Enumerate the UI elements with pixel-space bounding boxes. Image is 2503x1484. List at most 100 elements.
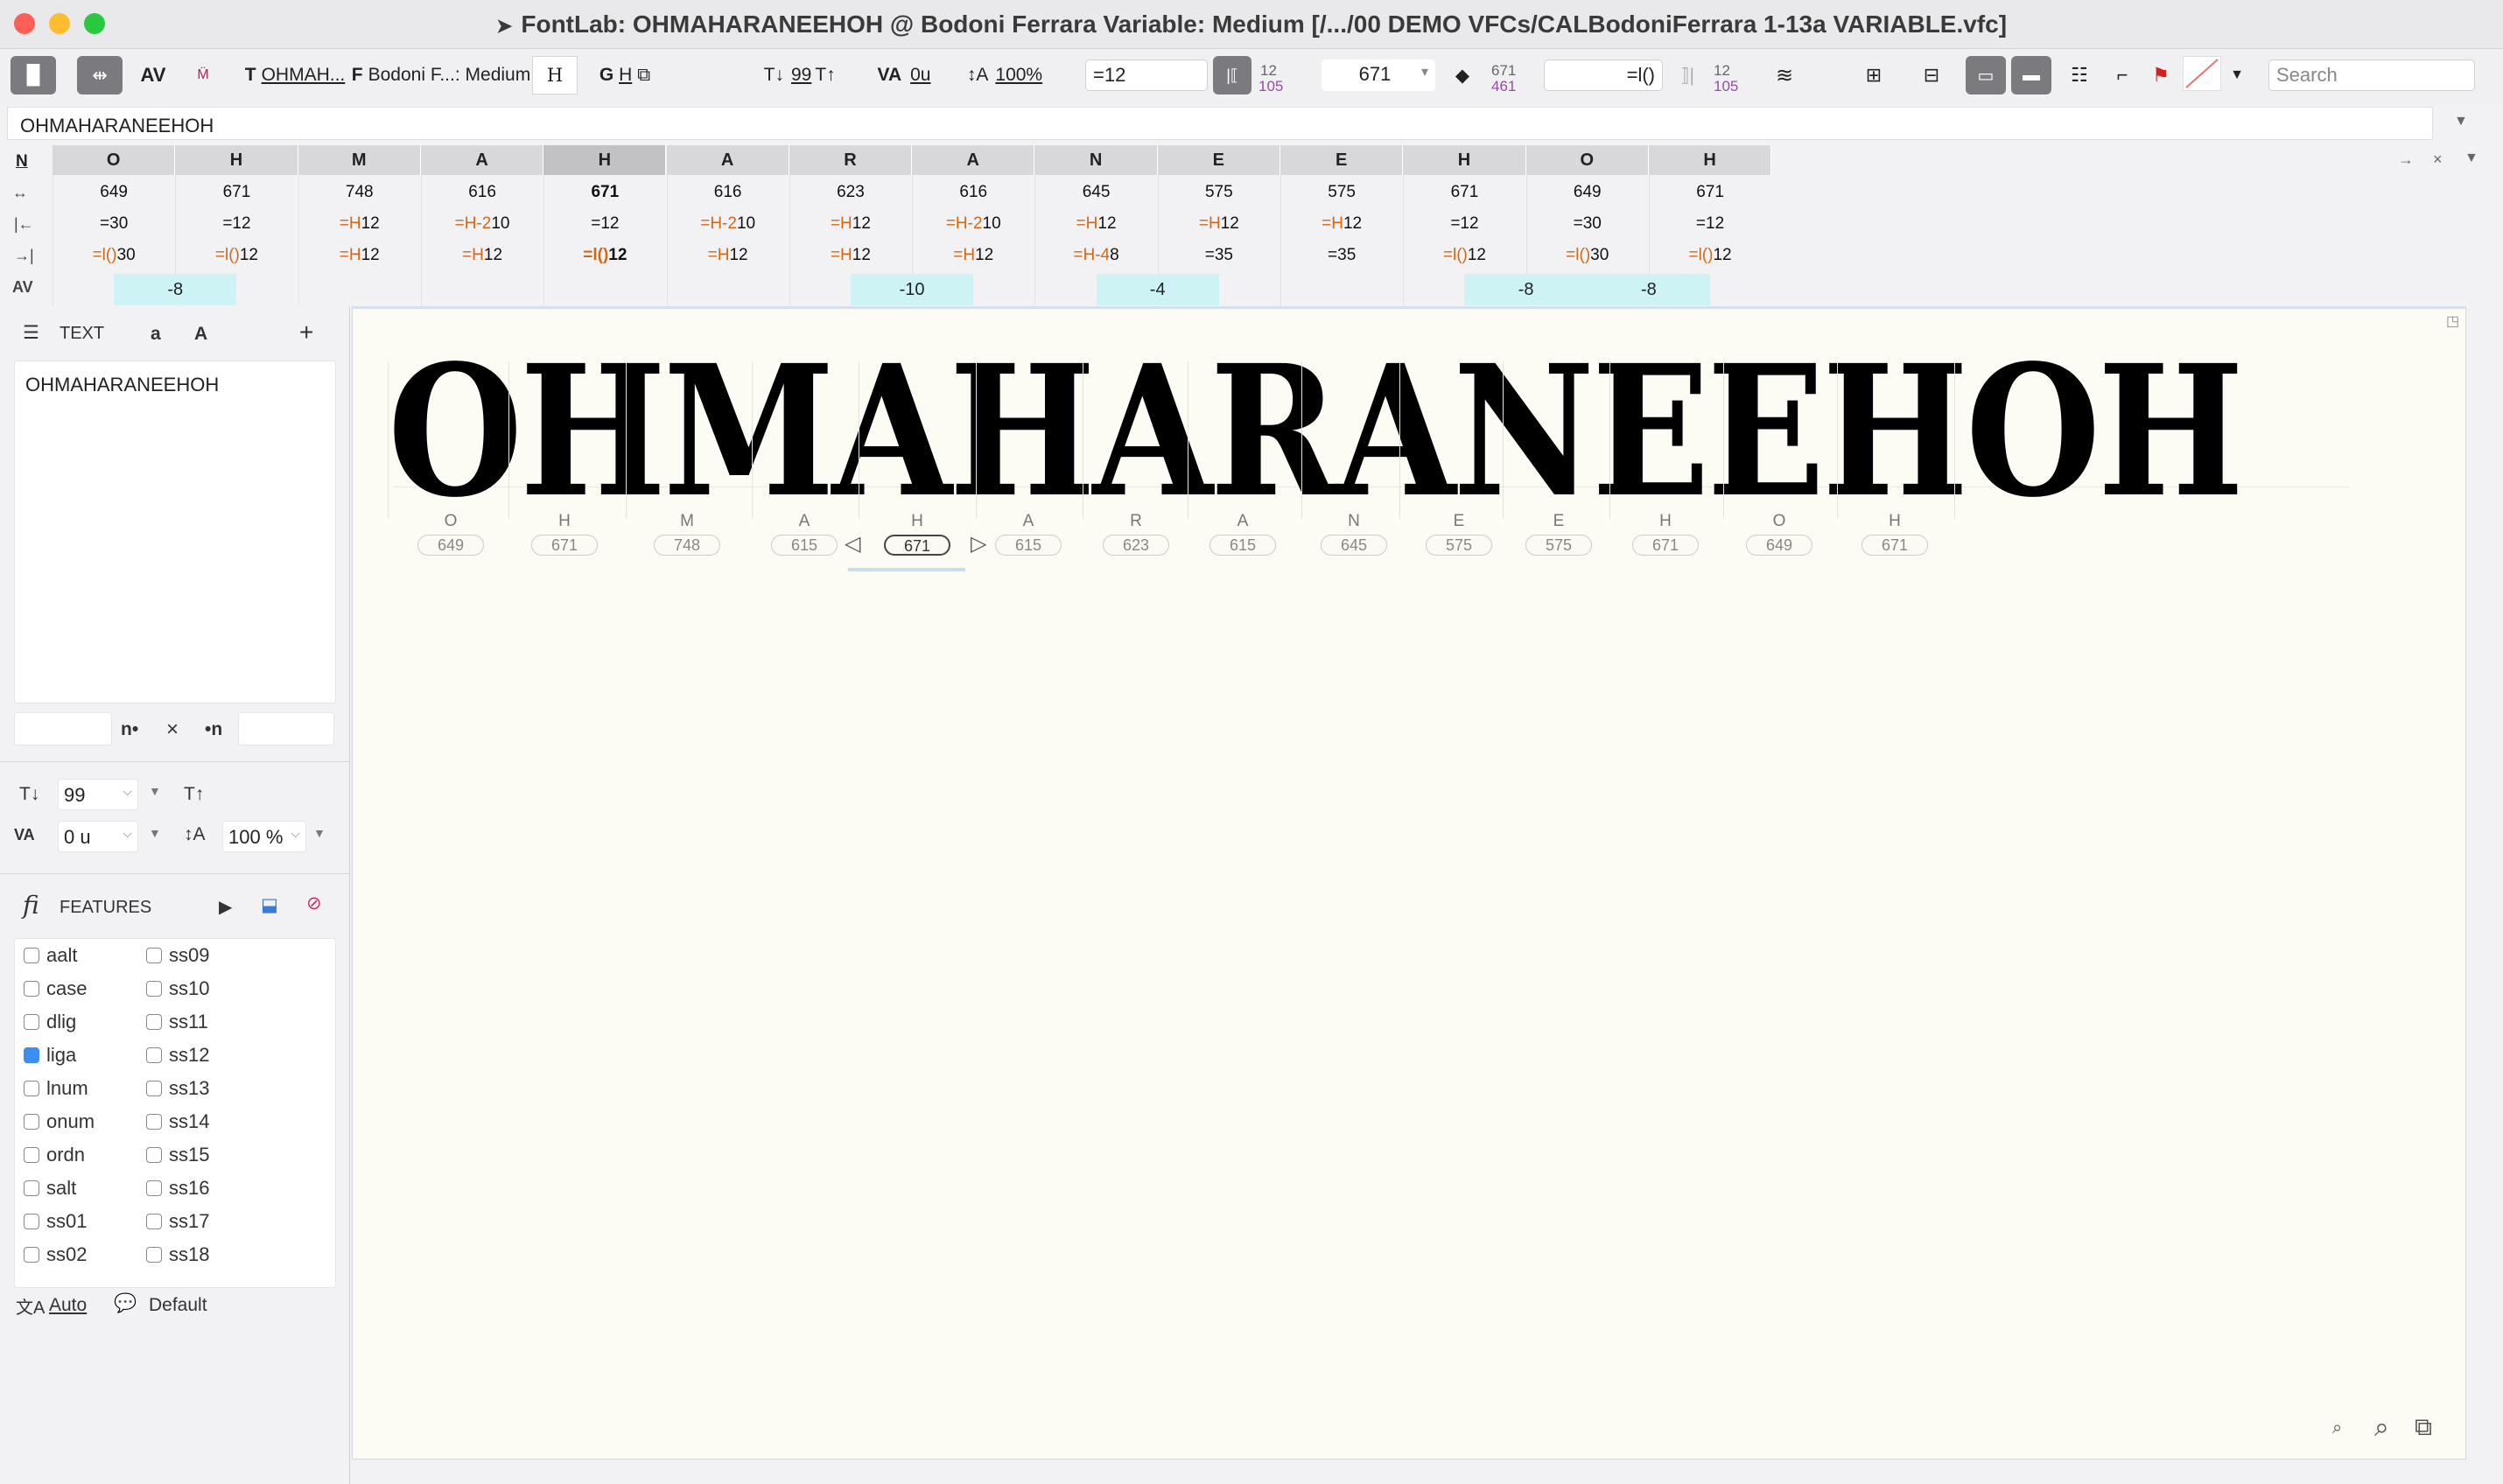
metrics-table-icon[interactable]: ⊞ xyxy=(1859,56,1889,94)
feature-checkbox-case[interactable]: case xyxy=(24,977,87,1000)
canvas-advance-pill[interactable]: 615 xyxy=(771,535,838,556)
feature-checkbox-ss01[interactable]: ss01 xyxy=(24,1210,87,1233)
auto-language-button[interactable]: Auto xyxy=(49,1295,87,1316)
glyph-column-header[interactable]: R xyxy=(789,145,913,175)
glyph-column-header[interactable]: M xyxy=(298,145,421,175)
kerning-cell[interactable]: -8 xyxy=(1587,274,1711,305)
glyph-column-header[interactable]: H xyxy=(1403,145,1526,175)
advance-width-cell[interactable]: 616 xyxy=(912,177,1034,208)
rsb-cell[interactable]: =H-48 xyxy=(1034,240,1157,271)
color-dropdown-icon[interactable]: ▼ xyxy=(2226,56,2247,94)
canvas-advance-pill[interactable]: 615 xyxy=(995,535,1062,556)
glyph-column-header[interactable]: O xyxy=(1525,145,1649,175)
feature-checkbox-ss13[interactable]: ss13 xyxy=(146,1077,209,1100)
lsb-link-button[interactable]: |⟦ xyxy=(1213,56,1252,94)
mark-mode-button[interactable]: M̈ xyxy=(191,56,215,94)
next-glyph-arrow-icon[interactable]: ▷ xyxy=(971,531,986,556)
rsb-cell[interactable]: =H12 xyxy=(789,240,912,271)
feature-checkbox-ss16[interactable]: ss16 xyxy=(146,1177,209,1200)
feature-checkbox-ss09[interactable]: ss09 xyxy=(146,944,209,967)
view-top-button[interactable]: ▭ xyxy=(1966,56,2006,94)
view-bottom-button[interactable]: ▬ xyxy=(2011,56,2051,94)
lsb-cell[interactable]: =12 xyxy=(175,208,298,240)
glyph-column-header[interactable]: E xyxy=(1157,145,1280,175)
canvas-advance-pill[interactable]: 575 xyxy=(1525,535,1592,556)
glyph-column-header[interactable]: O xyxy=(53,145,176,175)
canvas-note-icon[interactable]: ◳ xyxy=(2446,312,2459,330)
advance-width-cell[interactable]: 649 xyxy=(53,177,175,208)
canvas-advance-pill[interactable]: 671 xyxy=(531,535,598,556)
lsb-cell[interactable]: =12 xyxy=(1649,208,1771,240)
glyph-h-button[interactable]: H xyxy=(532,56,578,94)
add-text-button[interactable]: + xyxy=(299,318,313,346)
glyph-canvas[interactable]: ◳ OHMAHARANEEHOH O 649 H 671 M 748 A 615 H 671 A 61… xyxy=(352,306,2466,1460)
clear-affixes-button[interactable]: × xyxy=(166,718,179,742)
rsb-cell[interactable]: =H12 xyxy=(667,240,789,271)
advance-width-cell[interactable]: 645 xyxy=(1034,177,1157,208)
rss-icon[interactable]: ⌐ xyxy=(2109,56,2135,94)
search-input[interactable]: Search xyxy=(2268,60,2475,91)
rsb-cell[interactable]: =H12 xyxy=(298,240,421,271)
uppercase-button[interactable]: A xyxy=(194,324,207,345)
feature-checkbox-ss02[interactable]: ss02 xyxy=(24,1243,87,1266)
canvas-advance-pill[interactable]: 649 xyxy=(1746,535,1812,556)
lsb-cell[interactable]: =12 xyxy=(1403,208,1525,240)
kerning-mode-button[interactable]: AV xyxy=(135,56,172,94)
canvas-advance-pill[interactable]: 671 xyxy=(1632,535,1699,556)
font-size-up-icon[interactable]: T↑ xyxy=(812,56,838,94)
list-view-icon[interactable]: ☷ xyxy=(2065,56,2093,94)
advance-width-cell[interactable]: 575 xyxy=(1158,177,1280,208)
tracking-dropdown-icon[interactable]: ▼ xyxy=(149,826,161,840)
feature-checkbox-liga[interactable]: liga xyxy=(24,1044,76,1067)
rsb-cell[interactable]: =35 xyxy=(1280,240,1403,271)
advance-width-cell[interactable]: 616 xyxy=(667,177,789,208)
font-selector[interactable]: F Bodoni F...: Medium xyxy=(352,56,530,94)
zoom-out-icon[interactable]: ⌕ xyxy=(2332,1418,2342,1438)
feature-checkbox-ss18[interactable]: ss18 xyxy=(146,1243,209,1266)
lsb-cell[interactable]: =H12 xyxy=(789,208,912,240)
feature-checkbox-ss14[interactable]: ss14 xyxy=(146,1110,209,1133)
tracking-control[interactable]: VA 0u xyxy=(866,56,942,94)
kerning-cell[interactable]: -10 xyxy=(850,274,974,305)
metrics-mode-button[interactable]: ⇹ xyxy=(77,56,123,94)
canvas-advance-pill[interactable]: 615 xyxy=(1209,535,1276,556)
feature-checkbox-ss17[interactable]: ss17 xyxy=(146,1210,209,1233)
feature-checkbox-ordn[interactable]: ordn xyxy=(24,1144,85,1166)
lsb-cell[interactable]: =30 xyxy=(1526,208,1649,240)
zoom-in-icon[interactable]: ⌕ xyxy=(2374,1413,2389,1443)
rsb-cell[interactable]: =35 xyxy=(1158,240,1280,271)
canvas-advance-pill[interactable]: 748 xyxy=(654,535,720,556)
lsb-cell[interactable]: =H-210 xyxy=(912,208,1034,240)
tracking-field[interactable]: 0 u ⌵ xyxy=(58,821,138,852)
size-dropdown-icon[interactable]: ▼ xyxy=(149,784,161,798)
rsb-cell[interactable]: =l()12 xyxy=(543,240,666,271)
rsb-cell[interactable]: =l()12 xyxy=(1649,240,1771,271)
color-swatch[interactable] xyxy=(2183,56,2221,91)
feature-checkbox-ss15[interactable]: ss15 xyxy=(146,1144,209,1166)
feature-checkbox-ss10[interactable]: ss10 xyxy=(146,977,209,1000)
kerning-cell[interactable]: -8 xyxy=(114,274,237,305)
canvas-advance-pill[interactable]: 645 xyxy=(1321,535,1387,556)
advance-width-cell[interactable]: 575 xyxy=(1280,177,1403,208)
text-string-field[interactable]: OHMAHARANEEHOH xyxy=(7,107,2433,140)
table-menu-icon[interactable]: ▼ xyxy=(2464,150,2478,166)
rsb-cell[interactable]: =l()30 xyxy=(53,240,175,271)
apply-features-icon[interactable]: ▶ xyxy=(219,896,232,918)
advance-width-cell[interactable]: 616 xyxy=(421,177,543,208)
lsb-cell[interactable]: =12 xyxy=(543,208,666,240)
kerning-cell[interactable]: -8 xyxy=(1464,274,1588,305)
rsb-cell[interactable]: =H12 xyxy=(912,240,1034,271)
glyph-selector[interactable]: G H ⧉ xyxy=(592,56,658,94)
feature-disable-icon[interactable]: ⊘ xyxy=(306,892,322,914)
previous-glyph-arrow-icon[interactable]: ◁ xyxy=(845,531,860,556)
rsb-field[interactable]: =l() xyxy=(1544,60,1663,91)
feature-checkbox-ss12[interactable]: ss12 xyxy=(146,1044,209,1067)
text-content-area[interactable]: OHMAHARANEEHOH xyxy=(14,360,336,704)
lsb-cell[interactable]: =H12 xyxy=(1034,208,1157,240)
sidebar-toggle-button[interactable]: ▐▌ xyxy=(11,56,56,94)
lsb-cell[interactable]: =H12 xyxy=(298,208,421,240)
layers-icon[interactable]: ≋ xyxy=(1771,56,1798,94)
glyph-column-header[interactable]: N xyxy=(1034,145,1158,175)
size-field[interactable]: 99 ⌵ xyxy=(58,779,138,810)
rsb-cell[interactable]: =l()12 xyxy=(175,240,298,271)
